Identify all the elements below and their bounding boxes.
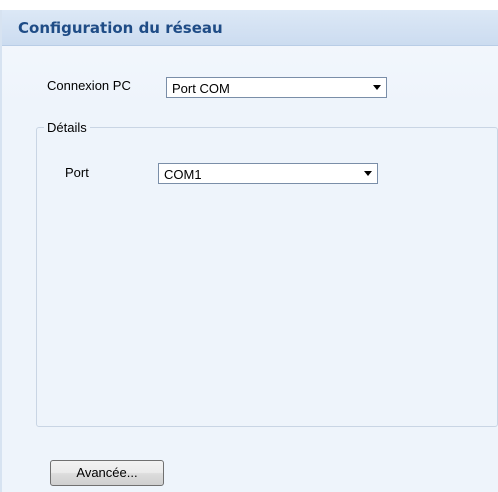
advanced-button[interactable]: Avancée... — [50, 460, 164, 486]
details-legend: Détails — [44, 120, 90, 135]
panel-title: Configuration du réseau — [18, 19, 223, 37]
network-config-panel: Configuration du réseau Connexion PC Por… — [0, 10, 498, 492]
connection-select-value: Port COM — [172, 81, 230, 96]
port-select[interactable]: COM1 — [158, 163, 378, 184]
chevron-down-icon — [364, 171, 372, 176]
connection-select[interactable]: Port COM — [166, 77, 387, 98]
panel-header: Configuration du réseau — [2, 10, 498, 46]
connection-label: Connexion PC — [47, 78, 131, 93]
port-label: Port — [65, 165, 89, 180]
chevron-down-icon — [373, 85, 381, 90]
port-select-value: COM1 — [164, 167, 202, 182]
